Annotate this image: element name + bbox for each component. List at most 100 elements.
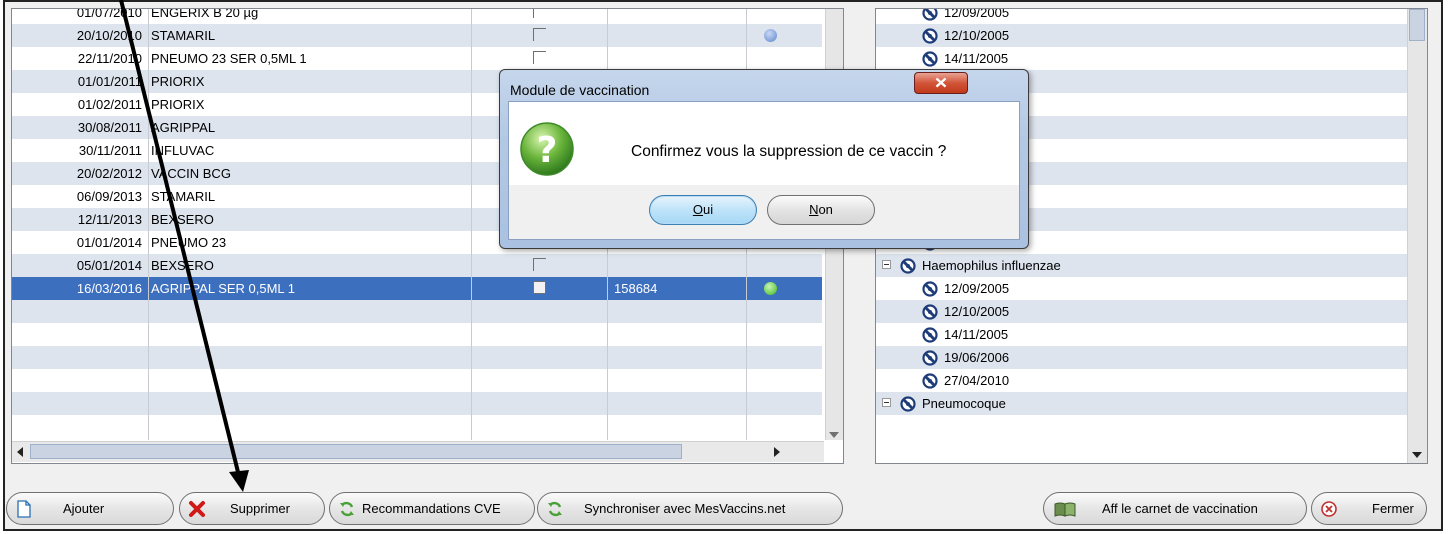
vaccine-icon <box>922 350 938 366</box>
vaccine-name: VACCIN BCG <box>151 166 231 181</box>
collapse-icon[interactable] <box>882 260 891 269</box>
yes-mnemonic: O <box>692 202 703 217</box>
refresh-icon <box>548 501 562 517</box>
sync-button[interactable]: Synchroniser avec MesVaccins.net <box>537 492 843 525</box>
vaccine-name: ENGERIX B 20 µg <box>151 8 259 20</box>
vaccine-lot <box>610 47 740 70</box>
tree-node-label: 14/11/2005 <box>944 327 1009 342</box>
close-icon <box>935 77 947 88</box>
question-icon: ? <box>520 122 574 176</box>
row-checkbox[interactable] <box>533 258 546 271</box>
tree-item[interactable]: 14/11/2005 <box>876 47 1407 70</box>
tree-item[interactable]: 27/04/2010 <box>876 369 1407 392</box>
vaccine-lot <box>610 24 740 47</box>
table-horizontal-scrollbar[interactable] <box>12 441 824 462</box>
dialog-title: Module de vaccination <box>510 82 650 98</box>
vaccine-date: 01/01/2011 <box>77 74 142 89</box>
refresh-icon <box>340 501 354 517</box>
vaccine-name: PNEUMO 23 <box>151 235 227 250</box>
dialog-close-button[interactable] <box>914 72 968 94</box>
add-button[interactable]: Ajouter <box>6 492 174 525</box>
scroll-thumb[interactable] <box>1409 9 1425 41</box>
tree-vertical-scrollbar[interactable] <box>1407 9 1427 463</box>
confirm-dialog: Module de vaccination ? Confirmez vous l… <box>499 69 1029 249</box>
vaccine-icon <box>922 373 938 389</box>
vaccine-icon <box>900 396 916 412</box>
column-divider <box>148 9 149 440</box>
book-icon <box>1054 502 1076 517</box>
row-checkbox[interactable] <box>533 9 546 18</box>
row-checkbox[interactable] <box>533 28 546 41</box>
delete-x-icon <box>189 501 205 517</box>
scroll-thumb[interactable] <box>30 444 682 459</box>
vaccine-date: 30/11/2011 <box>78 143 142 158</box>
scroll-right-icon[interactable] <box>774 447 780 457</box>
dialog-message: Confirmez vous la suppression de ce vacc… <box>631 143 947 160</box>
collapse-icon[interactable] <box>882 398 891 407</box>
tree-node-label: 27/04/2010 <box>944 373 1010 388</box>
close-window-button-label: Fermer <box>1372 501 1414 516</box>
table-row[interactable]: 20/10/2010 STAMARIL <box>12 24 822 47</box>
scroll-down-icon[interactable] <box>829 432 839 438</box>
sync-button-label: Synchroniser avec MesVaccins.net <box>584 501 786 516</box>
table-row[interactable]: 05/01/2014 BEXSERO <box>12 254 822 277</box>
table-row[interactable]: 16/03/2016 AGRIPPAL SER 0,5ML 1 158684 <box>12 277 822 300</box>
empty-row <box>12 392 822 415</box>
confirm-no-button[interactable]: Non <box>767 195 875 225</box>
delete-button[interactable]: Supprimer <box>179 492 325 525</box>
table-row[interactable]: 01/07/2010 ENGERIX B 20 µg <box>12 8 822 24</box>
vaccine-name: PRIORIX <box>151 97 205 112</box>
vaccine-date: 20/02/2012 <box>76 166 142 181</box>
vaccine-name: PNEUMO 23 SER 0,5ML 1 <box>151 51 307 66</box>
confirm-yes-button[interactable]: Oui <box>649 195 757 225</box>
tree-node-label: 19/06/2006 <box>944 350 1010 365</box>
empty-row <box>12 415 822 438</box>
recommendations-button-label: Recommandations CVE <box>362 501 501 516</box>
vaccine-icon <box>900 258 916 274</box>
vaccine-icon <box>922 51 938 67</box>
status-dot-icon <box>764 282 777 295</box>
vaccine-name: AGRIPPAL <box>151 120 216 135</box>
vaccine-date: 16/03/2016 <box>76 281 142 296</box>
tree-group[interactable]: Pneumocoque <box>876 392 1407 415</box>
vaccine-name: INFLUVAC <box>151 143 215 158</box>
vaccine-name: BEXSERO <box>151 212 214 227</box>
vaccine-name: AGRIPPAL SER 0,5ML 1 <box>151 281 296 296</box>
vaccine-lot <box>610 254 740 277</box>
vaccine-name: BEXSERO <box>151 258 214 273</box>
row-checkbox[interactable] <box>533 51 546 64</box>
view-booklet-button[interactable]: Aff le carnet de vaccination <box>1043 492 1307 525</box>
view-booklet-button-label: Aff le carnet de vaccination <box>1102 501 1258 516</box>
row-checkbox[interactable] <box>533 281 546 294</box>
tree-item[interactable]: 12/09/2005 <box>876 8 1407 24</box>
tree-node-label: 12/09/2005 <box>944 8 1010 20</box>
close-circle-icon <box>1321 501 1337 517</box>
vaccine-date: 06/09/2013 <box>76 189 142 204</box>
tree-item[interactable]: 12/09/2005 <box>876 277 1407 300</box>
tree-node-label: 12/10/2005 <box>944 28 1010 43</box>
tree-node-label: 14/11/2005 <box>944 51 1009 66</box>
vaccine-lot: 158684 <box>614 281 658 296</box>
vaccine-name: PRIORIX <box>151 74 205 89</box>
table-row[interactable]: 22/11/2010 PNEUMO 23 SER 0,5ML 1 <box>12 47 822 70</box>
close-window-button[interactable]: Fermer <box>1311 492 1427 525</box>
svg-text:?: ? <box>537 130 558 171</box>
delete-button-label: Supprimer <box>230 501 290 516</box>
tree-item[interactable]: 19/06/2006 <box>876 346 1407 369</box>
tree-item[interactable]: 12/10/2005 <box>876 24 1407 47</box>
empty-row <box>12 300 822 323</box>
scroll-left-icon[interactable] <box>17 447 23 457</box>
empty-row <box>12 323 822 346</box>
tree-node-label: Pneumocoque <box>922 396 1006 411</box>
vaccine-date: 20/10/2010 <box>76 28 142 43</box>
tree-node-label: 12/09/2005 <box>944 281 1010 296</box>
tree-item[interactable]: 14/11/2005 <box>876 323 1407 346</box>
tree-group[interactable]: Haemophilus influenzae <box>876 254 1407 277</box>
recommendations-button[interactable]: Recommandations CVE <box>329 492 535 525</box>
vaccine-icon <box>922 327 938 343</box>
vaccine-date: 01/02/2011 <box>77 97 142 112</box>
scroll-down-icon[interactable] <box>1412 452 1422 458</box>
vaccine-name: STAMARIL <box>151 189 216 204</box>
tree-item[interactable]: 12/10/2005 <box>876 300 1407 323</box>
document-icon <box>17 500 31 518</box>
